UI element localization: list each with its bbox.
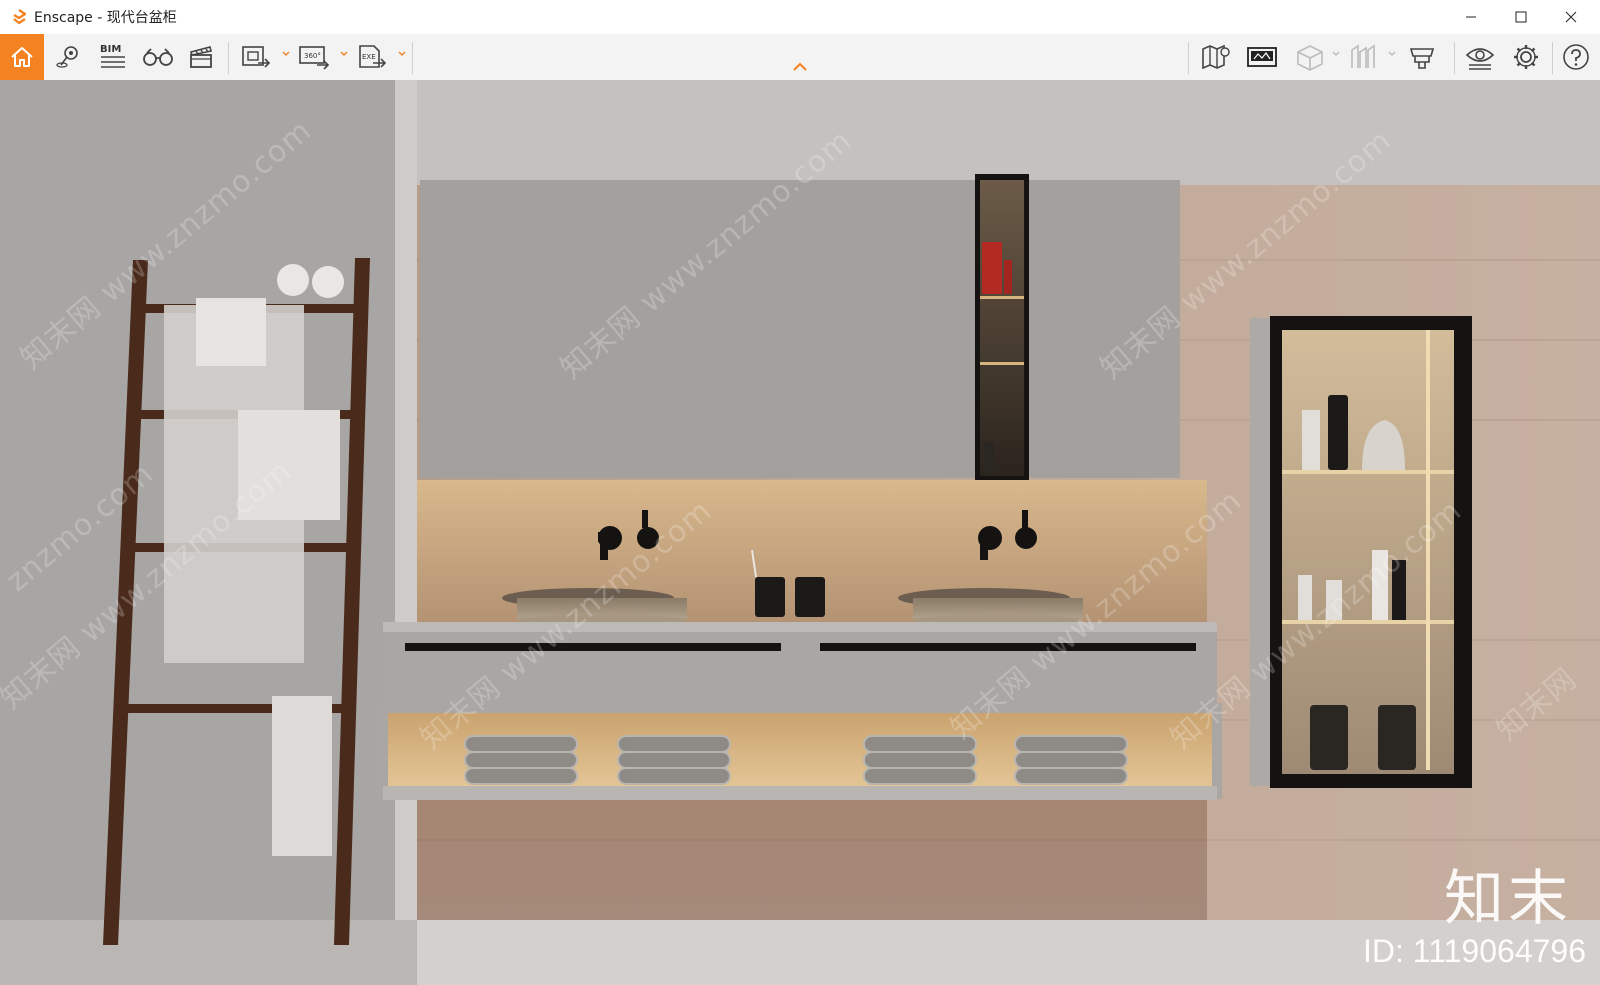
toolbar-separator xyxy=(1454,42,1455,74)
minimize-button[interactable] xyxy=(1446,0,1496,34)
chevron-down-icon[interactable] xyxy=(1332,50,1340,58)
panorama-export-button[interactable]: 360° xyxy=(296,34,332,80)
clapper-icon xyxy=(189,46,212,68)
bim-list-icon: BIM xyxy=(100,44,125,68)
toolbar-separator xyxy=(1552,42,1553,74)
location-pin-icon xyxy=(56,46,78,68)
svg-text:360°: 360° xyxy=(304,52,321,60)
chevron-down-icon[interactable] xyxy=(340,50,348,58)
brand-watermark: 知末 xyxy=(1444,864,1572,934)
visual-settings-button[interactable] xyxy=(1462,34,1498,80)
chevron-down-icon[interactable] xyxy=(282,50,290,58)
chevron-down-icon[interactable] xyxy=(398,50,406,58)
svg-text:BIM: BIM xyxy=(100,44,121,55)
exe-export-icon: EXE xyxy=(359,45,387,68)
panorama-export-icon: 360° xyxy=(299,46,330,70)
material-editor-button[interactable] xyxy=(1404,34,1440,80)
toolbar-separator xyxy=(1188,42,1189,74)
asset-library-icon xyxy=(1351,44,1375,68)
svg-text:EXE: EXE xyxy=(362,53,376,61)
home-icon xyxy=(11,47,33,67)
asset-id-label: ID: 1119064796 xyxy=(1363,933,1586,969)
section-box-button[interactable] xyxy=(1292,34,1328,80)
section-box-icon xyxy=(1297,45,1323,71)
close-button[interactable] xyxy=(1546,0,1596,34)
binoculars-button[interactable] xyxy=(140,34,176,80)
map-icon xyxy=(1202,44,1230,70)
render-viewport[interactable]: 知末网 www.znzmo.com 知末网 www.znzmo.com 知末网 … xyxy=(0,80,1600,985)
toolbar-separator xyxy=(228,42,229,74)
map-button[interactable] xyxy=(1198,34,1234,80)
chevron-down-icon[interactable] xyxy=(1388,50,1396,58)
video-editor-button[interactable] xyxy=(186,34,216,80)
screenshot-export-icon xyxy=(242,46,271,68)
window-title: Enscape - 现代台盆柜 xyxy=(34,10,177,26)
asset-library-button[interactable] xyxy=(1346,34,1382,80)
screenshot-export-button[interactable] xyxy=(238,34,274,80)
help-icon xyxy=(1563,44,1589,70)
chevron-up-icon[interactable] xyxy=(792,62,808,72)
maximize-button[interactable] xyxy=(1496,0,1546,34)
exe-export-button[interactable]: EXE xyxy=(354,34,390,80)
panorama-gallery-button[interactable] xyxy=(1244,34,1280,80)
toolbar-separator xyxy=(412,42,413,74)
visual-settings-icon xyxy=(1465,48,1495,70)
title-bar: Enscape - 现代台盆柜 xyxy=(0,0,1600,34)
maximize-icon xyxy=(1515,11,1527,23)
panorama-gallery-icon xyxy=(1247,47,1277,67)
enscape-logo-icon xyxy=(10,8,28,26)
help-button[interactable] xyxy=(1558,34,1594,80)
settings-button[interactable] xyxy=(1508,34,1544,80)
binoculars-icon xyxy=(143,48,173,66)
minimize-icon xyxy=(1466,16,1476,18)
material-editor-icon xyxy=(1409,48,1435,69)
location-button[interactable] xyxy=(52,34,84,80)
bim-button[interactable]: BIM xyxy=(96,34,130,80)
close-icon xyxy=(1565,11,1577,23)
settings-gear-icon xyxy=(1514,45,1538,69)
home-button[interactable] xyxy=(0,34,44,80)
rendered-scene xyxy=(0,80,1600,985)
toolbar: BIM 360° EXE xyxy=(0,34,1600,81)
